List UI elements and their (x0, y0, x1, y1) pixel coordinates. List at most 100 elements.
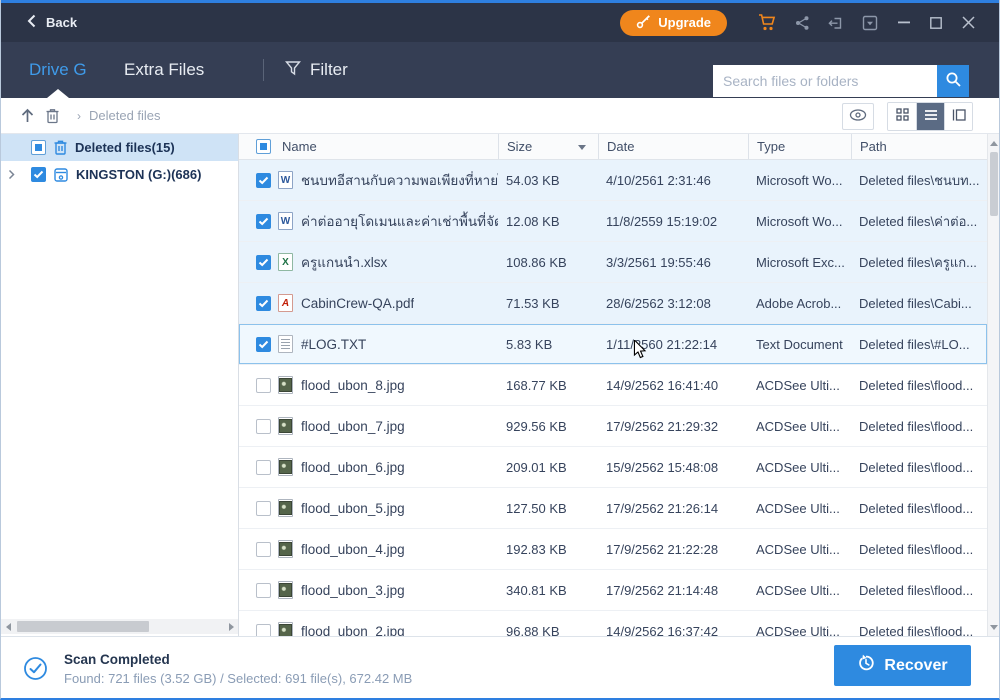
file-path: Deleted files\#LO... (851, 337, 987, 352)
row-checkbox[interactable] (256, 542, 271, 557)
search-button[interactable] (937, 65, 969, 97)
file-path: Deleted files\flood... (851, 419, 987, 434)
breadcrumb-bar: › Deleted files (1, 98, 999, 134)
menu-dropdown-icon[interactable] (853, 10, 887, 36)
row-checkbox[interactable] (256, 460, 271, 475)
deleted-files-checkbox[interactable] (31, 140, 46, 155)
table-row[interactable]: flood_ubon_7.jpg 929.56 KB 17/9/2562 21:… (239, 406, 987, 447)
trash-root-icon[interactable] (44, 107, 61, 125)
sidebar-horizontal-scrollbar[interactable] (1, 619, 238, 634)
table-row[interactable]: CabinCrew-QA.pdf 71.53 KB 28/6/2562 3:12… (239, 283, 987, 324)
table-body: ชนบทอีสานกับความพอเพียงที่หายไป... 54.03… (239, 160, 987, 636)
export-window-icon[interactable] (819, 10, 853, 36)
table-row[interactable]: flood_ubon_5.jpg 127.50 KB 17/9/2562 21:… (239, 488, 987, 529)
file-date: 3/3/2561 19:55:46 (598, 255, 748, 270)
row-checkbox[interactable] (256, 378, 271, 393)
row-checkbox[interactable] (256, 173, 271, 188)
file-path: Deleted files\flood... (851, 501, 987, 516)
preview-toggle-button[interactable] (842, 103, 874, 130)
upgrade-button[interactable]: Upgrade (620, 10, 727, 36)
column-header-type[interactable]: Type (748, 134, 851, 159)
table-row[interactable]: flood_ubon_6.jpg 209.01 KB 15/9/2562 15:… (239, 447, 987, 488)
view-switcher (887, 102, 973, 131)
table-row[interactable]: flood_ubon_3.jpg 340.81 KB 17/9/2562 21:… (239, 570, 987, 611)
back-button[interactable]: Back (27, 14, 77, 31)
file-path: Deleted files\ชนบท... (851, 170, 987, 191)
tab-bar: Drive G Extra Files Filter (1, 42, 999, 98)
file-type: ACDSee Ulti... (748, 378, 851, 393)
scroll-up-arrow[interactable] (988, 136, 999, 150)
scan-status-details: Found: 721 files (3.52 GB) / Selected: 6… (64, 671, 412, 686)
table-row[interactable]: ค่าต่ออายุโดเมนและค่าเช่าพื้นที่จัดทำ...… (239, 201, 987, 242)
table-row[interactable]: flood_ubon_2.jpg 96.88 KB 14/9/2562 16:3… (239, 611, 987, 636)
row-checkbox[interactable] (256, 583, 271, 598)
row-checkbox[interactable] (256, 501, 271, 516)
table-vertical-scrollbar[interactable] (987, 134, 999, 636)
view-panel-button[interactable] (944, 103, 972, 130)
scrollbar-thumb[interactable] (17, 621, 149, 632)
tab-extra-files[interactable]: Extra Files (124, 42, 204, 98)
filter-button[interactable]: Filter (285, 42, 348, 98)
close-button[interactable] (953, 10, 983, 36)
file-type: ACDSee Ulti... (748, 460, 851, 475)
sort-dropdown-icon[interactable] (578, 145, 586, 150)
scroll-down-arrow[interactable] (988, 620, 999, 634)
table-row[interactable]: flood_ubon_8.jpg 168.77 KB 14/9/2562 16:… (239, 365, 987, 406)
view-grid-button[interactable] (888, 103, 916, 130)
view-list-button[interactable] (916, 103, 944, 130)
grid-view-icon (896, 108, 909, 126)
file-name: #LOG.TXT (301, 337, 366, 352)
scroll-right-arrow[interactable] (224, 619, 238, 634)
row-checkbox[interactable] (256, 337, 271, 352)
minimize-button[interactable] (889, 10, 919, 36)
eye-icon (849, 108, 867, 126)
file-type-icon (278, 499, 293, 517)
file-type: ACDSee Ulti... (748, 583, 851, 598)
main-area: Deleted files(15) KINGSTON (G:)(686) (1, 134, 999, 636)
table-row[interactable]: ชนบทอีสานกับความพอเพียงที่หายไป... 54.03… (239, 160, 987, 201)
column-header-size[interactable]: Size (498, 134, 598, 159)
cart-icon[interactable] (751, 10, 785, 36)
sidebar-item-kingston-drive[interactable]: KINGSTON (G:)(686) (1, 161, 238, 188)
column-header-name[interactable]: Name (282, 139, 317, 154)
table-row[interactable]: flood_ubon_4.jpg 192.83 KB 17/9/2562 21:… (239, 529, 987, 570)
row-checkbox[interactable] (256, 214, 271, 229)
scrollbar-thumb[interactable] (990, 152, 998, 216)
chevron-left-icon (27, 14, 36, 31)
column-header-date[interactable]: Date (598, 134, 748, 159)
recover-button[interactable]: Recover (834, 645, 971, 686)
table-row[interactable]: #LOG.TXT 5.83 KB 1/11/2560 21:22:14 Text… (239, 324, 987, 365)
column-header-path[interactable]: Path (851, 134, 999, 159)
folder-tree-sidebar: Deleted files(15) KINGSTON (G:)(686) (1, 134, 239, 636)
file-date: 17/9/2562 21:29:32 (598, 419, 748, 434)
file-type: Microsoft Wo... (748, 173, 851, 188)
row-checkbox[interactable] (256, 624, 271, 637)
file-size: 127.50 KB (498, 501, 598, 516)
file-type: Microsoft Exc... (748, 255, 851, 270)
row-checkbox[interactable] (256, 419, 271, 434)
file-size: 929.56 KB (498, 419, 598, 434)
table-row[interactable]: ครูแกนนำ.xlsx 108.86 KB 3/3/2561 19:55:4… (239, 242, 987, 283)
maximize-button[interactable] (921, 10, 951, 36)
search-input[interactable] (713, 65, 937, 97)
scan-status-title: Scan Completed (64, 652, 412, 667)
file-type-icon (278, 417, 293, 435)
sidebar-item-deleted-files[interactable]: Deleted files(15) (1, 134, 238, 161)
select-all-checkbox[interactable] (256, 139, 271, 154)
file-date: 17/9/2562 21:26:14 (598, 501, 748, 516)
file-size: 96.88 KB (498, 624, 598, 637)
tab-divider (263, 59, 264, 81)
row-checkbox[interactable] (256, 255, 271, 270)
file-path: Deleted files\ค่าต่อ... (851, 211, 987, 232)
file-date: 17/9/2562 21:22:28 (598, 542, 748, 557)
kingston-checkbox[interactable] (31, 167, 46, 182)
row-checkbox[interactable] (256, 296, 271, 311)
navigate-up-icon[interactable] (19, 107, 36, 124)
expand-chevron-icon[interactable] (1, 169, 21, 180)
file-type: Adobe Acrob... (748, 296, 851, 311)
file-type-icon (278, 253, 293, 271)
magnifier-icon (945, 71, 962, 91)
scroll-left-arrow[interactable] (1, 619, 15, 634)
file-type-icon (278, 171, 293, 189)
share-icon[interactable] (785, 10, 819, 36)
